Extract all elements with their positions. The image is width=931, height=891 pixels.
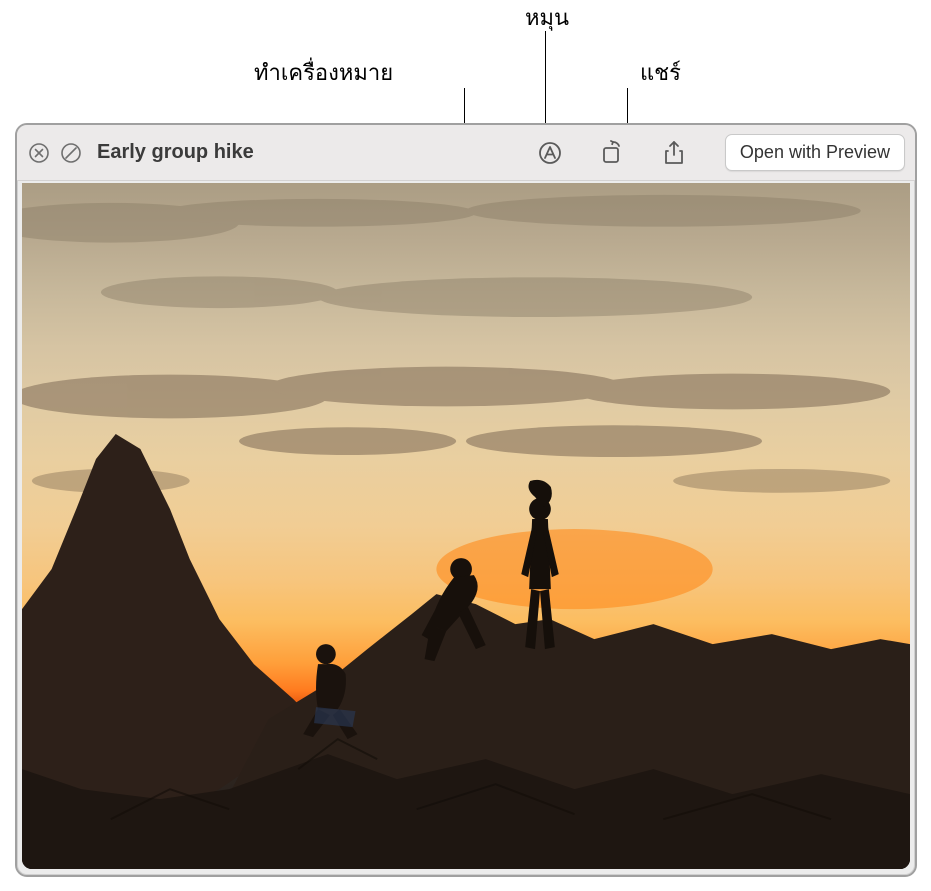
titlebar-left: Early group hike [27,141,254,165]
share-icon [662,140,686,166]
titlebar-right: Open with Preview [535,134,905,171]
preview-image [22,183,910,869]
callouts-layer: ทำเครื่องหมาย หมุน แชร์ [0,0,931,130]
skip-button[interactable] [59,141,83,165]
quicklook-window: Early group hike [15,123,917,877]
titlebar: Early group hike [17,125,915,181]
open-with-preview-button[interactable]: Open with Preview [725,134,905,171]
skip-icon [61,143,81,163]
close-icon [29,143,49,163]
window-title: Early group hike [97,141,254,164]
rotate-button[interactable] [597,138,627,168]
callout-share: แชร์ [640,55,681,90]
close-button[interactable] [27,141,51,165]
markup-icon [538,141,562,165]
callout-line-rotate [545,31,546,131]
content-area [22,183,910,869]
share-button[interactable] [659,138,689,168]
rotate-icon [599,140,625,166]
callout-rotate: หมุน [525,0,569,35]
callout-markup: ทำเครื่องหมาย [254,55,393,90]
markup-button[interactable] [535,138,565,168]
terrain-silhouette [22,389,910,869]
